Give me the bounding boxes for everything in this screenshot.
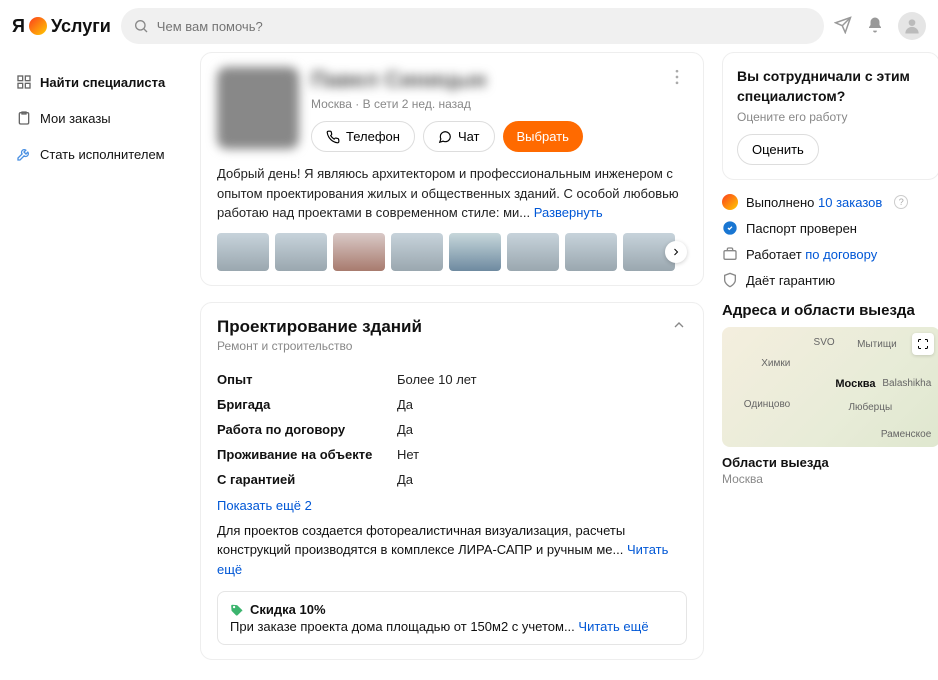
profile-name: Павел Синицын (311, 67, 687, 93)
discount-title: Скидка 10% (250, 602, 326, 617)
clipboard-icon (16, 110, 32, 126)
search-input[interactable] (121, 8, 824, 44)
discount-text: При заказе проекта дома площадью от 150м… (230, 619, 674, 634)
gallery-next-icon[interactable] (665, 241, 687, 263)
gallery-thumb[interactable] (449, 233, 501, 271)
props-list: ОпытБолее 10 лет БригадаДа Работа по дог… (217, 367, 687, 492)
avatar[interactable] (898, 12, 926, 40)
logo-circle-icon (29, 17, 47, 35)
header: Я Услуги (0, 0, 938, 52)
tag-icon (230, 603, 244, 617)
profile-location: Москва (311, 97, 352, 111)
portfolio-gallery (217, 233, 687, 271)
sidebar-item-label: Стать исполнителем (40, 147, 165, 162)
collab-card: Вы сотрудничали с этим специалистом? Оце… (722, 52, 938, 180)
choose-button[interactable]: Выбрать (503, 121, 583, 152)
chat-button[interactable]: Чат (423, 121, 495, 152)
logo-service-text: Услуги (51, 16, 111, 37)
collapse-icon[interactable] (671, 317, 687, 336)
map-title: Адреса и области выезда (722, 302, 938, 319)
profile-last-seen: В сети 2 нед. назад (363, 97, 471, 111)
section-description: Для проектов создается фотореалистичная … (217, 521, 687, 580)
sidebar: Найти специалиста Мои заказы Стать испол… (12, 52, 182, 660)
sidebar-item-label: Мои заказы (40, 111, 111, 126)
section-subtitle: Ремонт и строительство (217, 339, 422, 353)
send-icon[interactable] (834, 16, 852, 37)
gallery-thumb[interactable] (391, 233, 443, 271)
prop-label: С гарантией (217, 472, 397, 487)
badge-done: Выполнено 10 заказов ? (722, 194, 938, 210)
map[interactable]: SVO Мытищи Химки Москва Balashikha Одинц… (722, 327, 938, 447)
bell-icon[interactable] (866, 16, 884, 37)
prop-label: Бригада (217, 397, 397, 412)
shield-icon (722, 272, 738, 288)
logo[interactable]: Я Услуги (12, 16, 111, 37)
prop-value: Да (397, 422, 413, 437)
grid-icon (16, 74, 32, 90)
gallery-thumb[interactable] (217, 233, 269, 271)
prop-label: Опыт (217, 372, 397, 387)
header-actions (834, 12, 926, 40)
prop-value: Да (397, 472, 413, 487)
prop-value: Да (397, 397, 413, 412)
areas-title: Области выезда (722, 455, 938, 470)
map-section: Адреса и области выезда SVO Мытищи Химки… (722, 302, 938, 486)
gallery-thumb[interactable] (333, 233, 385, 271)
prop-value: Нет (397, 447, 419, 462)
map-expand-icon[interactable] (912, 333, 934, 355)
badge-warranty: Даёт гарантию (722, 272, 938, 288)
show-more-link[interactable]: Показать ещё 2 (217, 498, 687, 513)
sidebar-item-find[interactable]: Найти специалиста (12, 64, 182, 100)
profile-photo[interactable] (217, 67, 299, 149)
badges-list: Выполнено 10 заказов ? Паспорт проверен … (722, 194, 938, 288)
profile-subline: Москва · В сети 2 нед. назад (311, 97, 687, 111)
discount-block: Скидка 10% При заказе проекта дома площа… (217, 591, 687, 645)
search-icon (133, 18, 149, 34)
collab-title: Вы сотрудничали с этим специалистом? (737, 67, 925, 106)
more-menu-icon[interactable] (667, 67, 687, 87)
chat-icon (438, 130, 452, 144)
gallery-thumb[interactable] (565, 233, 617, 271)
section-title: Проектирование зданий (217, 317, 422, 337)
logo-ya-letter: Я (12, 16, 25, 37)
sidebar-item-become[interactable]: Стать исполнителем (12, 136, 182, 172)
search-wrap (121, 8, 824, 44)
checkmark-icon (722, 220, 738, 236)
prop-label: Работа по договору (217, 422, 397, 437)
badge-contract: Работает по договору (722, 246, 938, 262)
sidebar-item-label: Найти специалиста (40, 75, 165, 90)
phone-button[interactable]: Телефон (311, 121, 415, 152)
wrench-icon (16, 146, 32, 162)
profile-card: Павел Синицын Москва · В сети 2 нед. наз… (200, 52, 704, 286)
gallery-thumb[interactable] (275, 233, 327, 271)
briefcase-icon (722, 246, 738, 262)
contract-link[interactable]: по договору (805, 247, 877, 262)
phone-icon (326, 130, 340, 144)
rate-button[interactable]: Оценить (737, 134, 819, 165)
profile-description: Добрый день! Я являюсь архитектором и пр… (217, 164, 687, 223)
collab-sub: Оцените его работу (737, 110, 925, 124)
prop-label: Проживание на объекте (217, 447, 397, 462)
gallery-thumb[interactable] (507, 233, 559, 271)
service-section: Проектирование зданий Ремонт и строитель… (200, 302, 704, 661)
right-column: Вы сотрудничали с этим специалистом? Оце… (722, 52, 938, 660)
areas-sub: Москва (722, 472, 938, 486)
expand-link[interactable]: Развернуть (534, 205, 603, 220)
orders-badge-icon (722, 194, 738, 210)
badge-passport: Паспорт проверен (722, 220, 938, 236)
discount-read-more[interactable]: Читать ещё (578, 619, 648, 634)
sidebar-item-orders[interactable]: Мои заказы (12, 100, 182, 136)
prop-value: Более 10 лет (397, 372, 477, 387)
orders-link[interactable]: 10 заказов (818, 195, 882, 210)
help-icon[interactable]: ? (894, 195, 908, 209)
